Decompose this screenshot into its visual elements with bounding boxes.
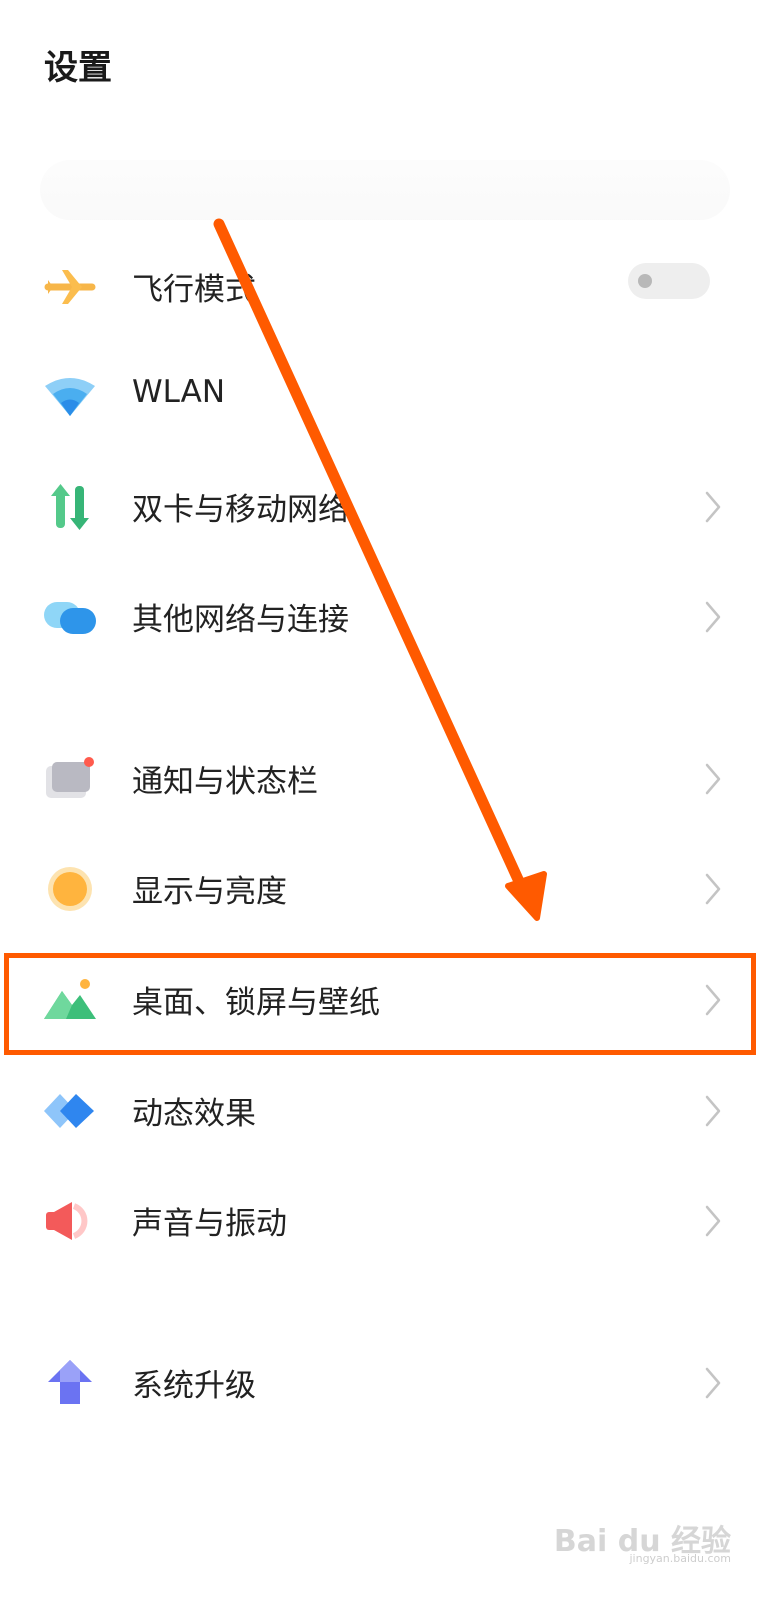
watermark-url: jingyan.baidu.com xyxy=(629,1552,731,1565)
baidu-watermark: Bai du 经验 jingyan.baidu.com xyxy=(554,1516,731,1565)
annotation-arrow xyxy=(213,218,547,921)
